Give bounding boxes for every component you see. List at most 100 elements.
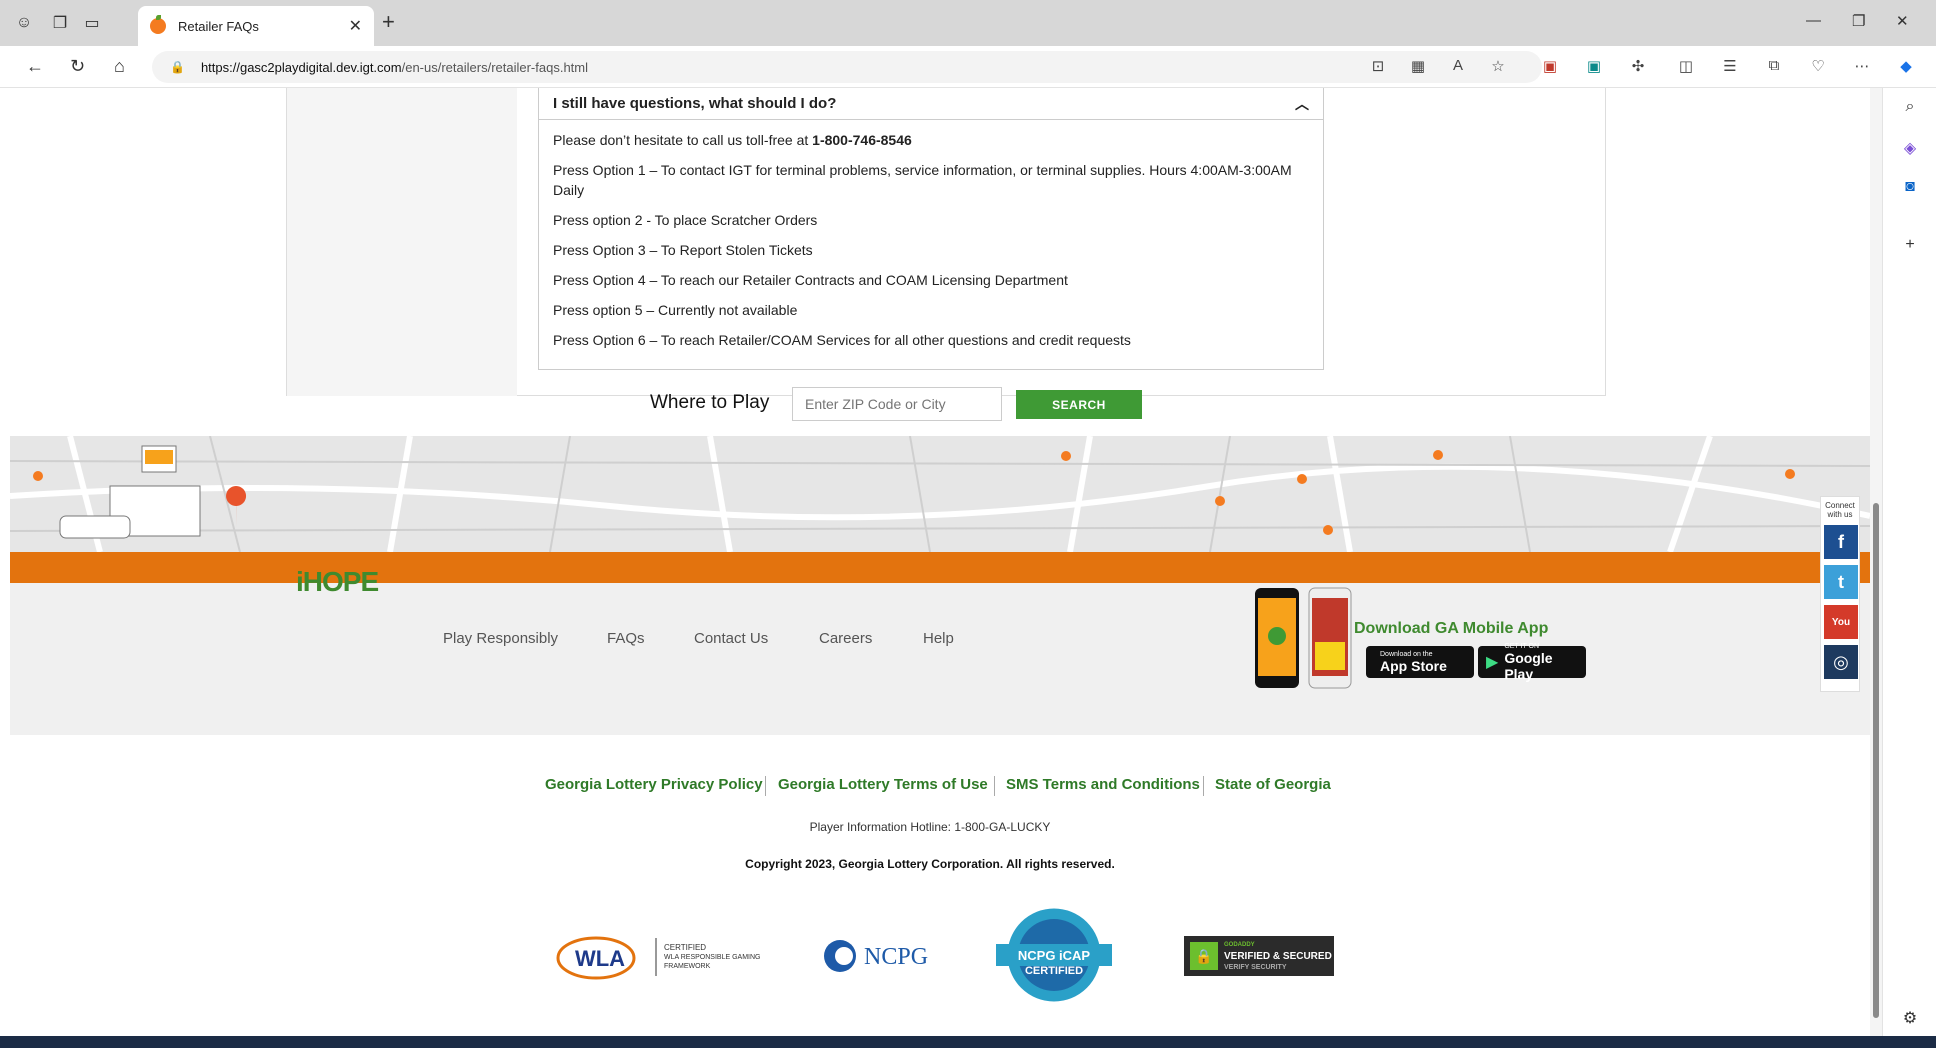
map-streets-graphic <box>10 436 1870 552</box>
settings-gear-icon[interactable]: ⚙ <box>1899 1008 1921 1030</box>
link-separator <box>1203 776 1204 796</box>
footer-link-faqs[interactable]: FAQs <box>607 630 645 647</box>
google-play-button[interactable]: ▶ GET IT ON Google Play <box>1478 643 1586 682</box>
wla-certified-badge[interactable]: WLA CERTIFIED WLA RESPONSIBLE GAMING FRA… <box>554 930 774 984</box>
faq-line: Press Option 4 – To reach our Retailer C… <box>553 272 1068 288</box>
mobile-app-phones-image <box>1243 586 1353 695</box>
google-play-label: Google Play <box>1504 649 1553 682</box>
connect-with-us-label: Connect with us <box>1825 501 1855 519</box>
app-store-small: Download on the <box>1380 650 1433 658</box>
godaddy-sub: VERIFY SECURITY <box>1224 963 1287 971</box>
minimize-icon[interactable]: — <box>1806 12 1821 29</box>
extension-red-icon[interactable]: ▣ <box>1540 57 1560 75</box>
close-tab-icon[interactable]: ✕ <box>349 16 362 36</box>
google-play-text: GET IT ON Google Play <box>1504 643 1578 682</box>
app-store-label: App Store <box>1380 657 1447 674</box>
faq-line: Press Option 3 – To Report Stolen Ticket… <box>553 242 813 258</box>
read-aloud-icon[interactable]: A <box>1448 57 1468 74</box>
restore-icon[interactable]: ❐ <box>1852 12 1865 30</box>
sms-terms-link[interactable]: SMS Terms and Conditions <box>1006 776 1200 793</box>
faq-question: I still have questions, what should I do… <box>553 95 837 112</box>
url-host: https://gasc2playdigital.dev.igt.com <box>200 59 402 75</box>
workspaces-icon[interactable]: ❐ <box>48 11 72 35</box>
faq-accordion-item: I still have questions, what should I do… <box>538 88 1324 370</box>
extensions-icon[interactable]: ✣ <box>1628 57 1648 75</box>
home-icon[interactable]: ⌂ <box>114 56 125 77</box>
search-icon[interactable]: ⌕ <box>1899 98 1921 120</box>
godaddy-main: VERIFIED & SECURED <box>1224 950 1332 962</box>
faq-line: Press option 5 – Currently not available <box>553 302 798 318</box>
browser-window: ☺ ❐ ▭ Retailer FAQs ✕ + — ❐ ✕ ← ↻ ⌂ 🔒 ht… <box>0 0 1936 1048</box>
shopping-icon[interactable]: ◈ <box>1899 138 1921 160</box>
copyright: Copyright 2023, Georgia Lottery Corporat… <box>745 857 1115 871</box>
faq-question-header[interactable]: I still have questions, what should I do… <box>539 88 1323 120</box>
app-available-icon[interactable]: ⊡ <box>1368 57 1388 75</box>
twitter-icon[interactable]: t <box>1824 565 1858 599</box>
favorite-star-icon[interactable]: ☆ <box>1488 57 1508 75</box>
youtube-icon[interactable]: You <box>1824 605 1858 639</box>
web-page: I still have questions, what should I do… <box>10 88 1870 1036</box>
footer-link-help[interactable]: Help <box>923 630 954 647</box>
footer-link-play-responsibly[interactable]: Play Responsibly <box>443 630 558 647</box>
google-play-small: GET IT ON <box>1504 642 1540 650</box>
app-store-button[interactable]: Download on the App Store <box>1366 646 1474 678</box>
address-toolbar: ← ↻ ⌂ 🔒 https://gasc2playdigital.dev.igt… <box>0 46 1936 88</box>
player-hotline: Player Information Hotline: 1-800-GA-LUC… <box>809 820 1051 834</box>
godaddy-text: GODADDY VERIFIED & SECURED VERIFY SECURI… <box>1224 940 1332 973</box>
collections-icon[interactable]: ⧉ <box>1764 57 1784 74</box>
instagram-icon[interactable]: ◎ <box>1824 645 1858 679</box>
close-window-icon[interactable]: ✕ <box>1896 12 1909 30</box>
icap-certified-badge[interactable]: NCPG iCAP CERTIFIED <box>990 904 1118 1006</box>
social-sidebar: Connect with us f t You ◎ <box>1820 496 1860 692</box>
wla-caption: FRAMEWORK <box>664 963 711 970</box>
ihope-logo-text: iHOPE <box>296 566 379 597</box>
outlook-icon[interactable]: ◙ <box>1899 178 1921 200</box>
wla-caption: CERTIFIED <box>664 943 706 952</box>
georgia-peach-favicon-icon <box>150 15 166 34</box>
zip-code-input[interactable] <box>792 387 1002 421</box>
more-menu-icon[interactable]: ⋯ <box>1852 57 1872 75</box>
link-separator <box>765 776 766 796</box>
lock-icon[interactable]: 🔒 <box>170 60 185 74</box>
qr-code-icon[interactable]: ▦ <box>1408 57 1428 75</box>
tab-retailer-faqs[interactable]: Retailer FAQs ✕ <box>138 6 374 46</box>
download-app-title: Download GA Mobile App <box>1354 620 1549 637</box>
icap-text: CERTIFIED <box>1025 965 1083 977</box>
godaddy-verified-badge[interactable]: 🔒 GODADDY VERIFIED & SECURED VERIFY SECU… <box>1184 936 1334 976</box>
privacy-policy-link[interactable]: Georgia Lottery Privacy Policy <box>545 776 763 793</box>
footer-link-contact-us[interactable]: Contact Us <box>694 630 768 647</box>
extension-teal-icon[interactable]: ▣ <box>1584 57 1604 75</box>
ihope-logo[interactable]: iHOPE <box>296 566 379 598</box>
scrollbar-thumb[interactable] <box>1873 503 1879 1018</box>
terms-of-use-link[interactable]: Georgia Lottery Terms of Use <box>778 776 988 793</box>
back-icon[interactable]: ← <box>26 56 44 77</box>
faq-line: Press Option 6 – To reach Retailer/COAM … <box>553 332 1131 348</box>
page-scrollbar[interactable] <box>1870 88 1882 1036</box>
app-store-text: Download on the App Store <box>1380 651 1447 674</box>
favorites-icon[interactable]: ☰ <box>1720 57 1740 75</box>
where-to-play-label: Where to Play <box>650 392 770 413</box>
google-play-icon: ▶ <box>1486 654 1499 671</box>
faq-line: Press option 2 - To place Scratcher Orde… <box>553 212 818 228</box>
faq-intro-line: Please don’t hesitate to call us toll-fr… <box>539 130 1323 150</box>
refresh-icon[interactable]: ↻ <box>70 56 85 77</box>
search-button[interactable]: SEARCH <box>1016 390 1142 419</box>
state-of-georgia-link[interactable]: State of Georgia <box>1215 776 1331 793</box>
ncpg-badge[interactable]: NCPG <box>820 934 940 980</box>
profile-icon[interactable]: ☺ <box>12 11 36 35</box>
performance-icon[interactable]: ♡ <box>1808 57 1828 75</box>
faq-phone: 1-800-746-8546 <box>812 132 912 148</box>
tab-title: Retailer FAQs <box>178 18 259 34</box>
edge-sidebar: ⌕ ◈ ◙ + ⚙ <box>1882 88 1936 1036</box>
copilot-icon[interactable]: ◆ <box>1896 57 1916 75</box>
faq-line: Press Option 1 – To contact IGT for term… <box>553 162 1292 198</box>
split-screen-icon[interactable]: ◫ <box>1676 57 1696 75</box>
link-separator <box>994 776 995 796</box>
chevron-up-icon[interactable]: ︿ <box>1295 94 1309 114</box>
new-tab-icon[interactable]: + <box>382 11 395 33</box>
address-bar[interactable]: 🔒 https://gasc2playdigital.dev.igt.com /… <box>152 51 1542 83</box>
facebook-icon[interactable]: f <box>1824 525 1858 559</box>
footer-link-careers[interactable]: Careers <box>819 630 872 647</box>
tab-actions-icon[interactable]: ▭ <box>80 11 104 35</box>
add-sidebar-icon[interactable]: + <box>1899 236 1921 258</box>
